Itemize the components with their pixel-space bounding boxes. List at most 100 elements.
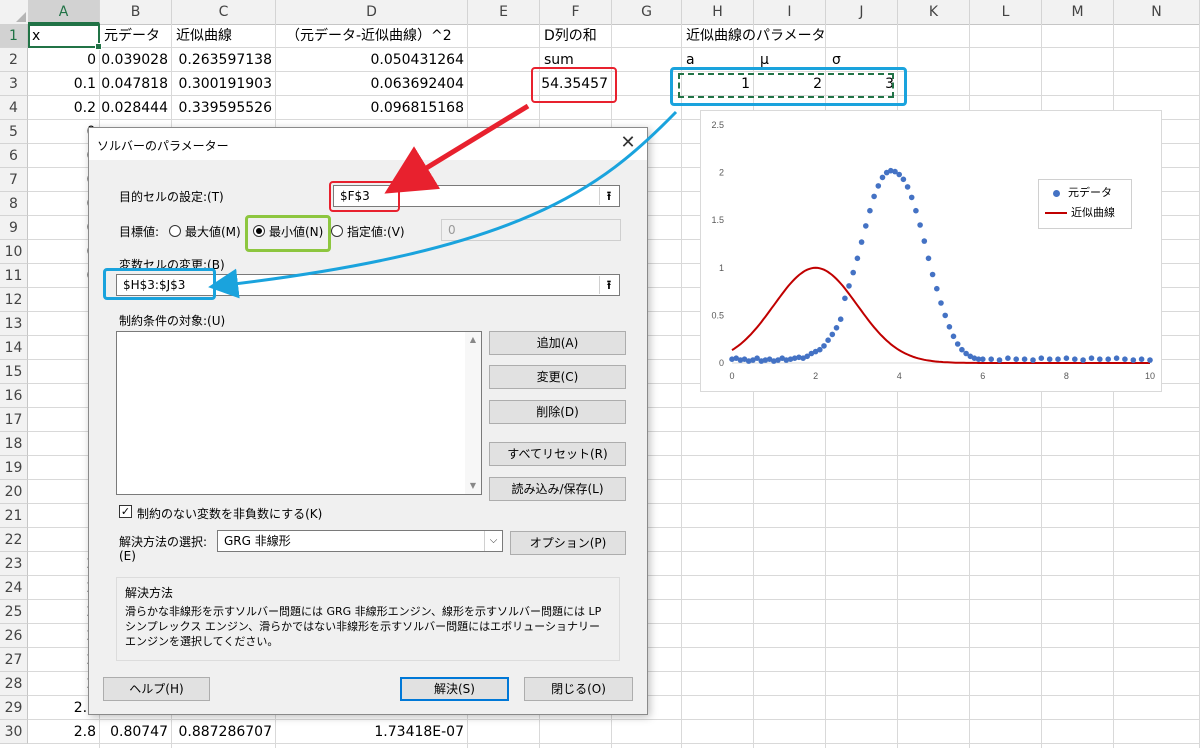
- column-header-J[interactable]: J: [826, 0, 898, 24]
- data-point: [1080, 357, 1086, 363]
- cell-A3[interactable]: 0.1: [28, 72, 100, 96]
- close-button[interactable]: 閉じる(O): [524, 677, 633, 701]
- row-header-18[interactable]: 18: [0, 432, 28, 456]
- row-header-1[interactable]: 1: [0, 24, 28, 48]
- chart[interactable]: 0 0.5 1 1.5 2 2.5 0 2 4 6 8 10 元データ 近似曲線: [700, 110, 1162, 392]
- column-header-H[interactable]: H: [682, 0, 754, 24]
- chevron-down-icon[interactable]: ⌵: [484, 531, 502, 551]
- row-header-29[interactable]: 29: [0, 696, 28, 720]
- cell-B4[interactable]: 0.028444: [100, 96, 172, 120]
- radio-max-label[interactable]: 最大値(M): [185, 223, 241, 240]
- row-header-17[interactable]: 17: [0, 408, 28, 432]
- cell-A4[interactable]: 0.2: [28, 96, 100, 120]
- x-tick-label: 8: [1064, 371, 1069, 381]
- method-select[interactable]: GRG 非線形 ⌵: [217, 530, 503, 552]
- constraints-scrollbar[interactable]: ▲ ▼: [465, 332, 481, 494]
- row-header-25[interactable]: 25: [0, 600, 28, 624]
- cell-B30[interactable]: 0.80747: [100, 720, 172, 744]
- cell-B2[interactable]: 0.039028: [100, 48, 172, 72]
- nonnegative-label[interactable]: 制約のない変数を非負数にする(K): [137, 505, 322, 522]
- select-all-corner[interactable]: [0, 0, 29, 24]
- row-header-19[interactable]: 19: [0, 456, 28, 480]
- column-header-L[interactable]: L: [970, 0, 1042, 24]
- nonnegative-checkbox[interactable]: ✓: [119, 505, 132, 518]
- column-header-A[interactable]: A: [28, 0, 100, 24]
- legend-item-data: 元データ: [1045, 184, 1112, 202]
- column-header-G[interactable]: G: [612, 0, 682, 24]
- row-header-5[interactable]: 5: [0, 120, 28, 144]
- row-header-7[interactable]: 7: [0, 168, 28, 192]
- column-header-E[interactable]: E: [468, 0, 540, 24]
- column-header-M[interactable]: M: [1042, 0, 1114, 24]
- column-header-N[interactable]: N: [1114, 0, 1200, 24]
- row-header-8[interactable]: 8: [0, 192, 28, 216]
- delete-button[interactable]: 削除(D): [489, 400, 626, 424]
- column-header-I[interactable]: I: [754, 0, 826, 24]
- range-select-icon[interactable]: ⭱: [599, 187, 618, 205]
- cell-H1[interactable]: 近似曲線のパラメータ: [682, 24, 882, 48]
- row-header-12[interactable]: 12: [0, 288, 28, 312]
- constraints-list[interactable]: ▲ ▼: [116, 331, 482, 495]
- reset-all-button[interactable]: すべてリセット(R): [489, 442, 626, 466]
- row-header-22[interactable]: 22: [0, 528, 28, 552]
- cell-F1[interactable]: D列の和: [540, 24, 612, 48]
- solve-button[interactable]: 解決(S): [400, 677, 509, 701]
- legend-label-fit: 近似曲線: [1071, 206, 1115, 219]
- options-button[interactable]: オプション(P): [510, 531, 626, 555]
- row-header-6[interactable]: 6: [0, 144, 28, 168]
- column-header-B[interactable]: B: [100, 0, 172, 24]
- cell-A2[interactable]: 0: [28, 48, 100, 72]
- row-header-24[interactable]: 24: [0, 576, 28, 600]
- column-header-F[interactable]: F: [540, 0, 612, 24]
- row-header-21[interactable]: 21: [0, 504, 28, 528]
- cell-D4[interactable]: 0.096815168: [276, 96, 468, 120]
- cell-C2[interactable]: 0.263597138: [172, 48, 276, 72]
- row-header-14[interactable]: 14: [0, 336, 28, 360]
- row-header-11[interactable]: 11: [0, 264, 28, 288]
- load-save-button[interactable]: 読み込み/保存(L): [489, 477, 626, 501]
- row-header-30[interactable]: 30: [0, 720, 28, 744]
- row-header-4[interactable]: 4: [0, 96, 28, 120]
- row-header-16[interactable]: 16: [0, 384, 28, 408]
- column-header-C[interactable]: C: [172, 0, 276, 24]
- scroll-up-icon[interactable]: ▲: [465, 332, 481, 348]
- row-header-13[interactable]: 13: [0, 312, 28, 336]
- cell-C3[interactable]: 0.300191903: [172, 72, 276, 96]
- row-header-26[interactable]: 26: [0, 624, 28, 648]
- goal-label: 目標値:: [119, 225, 160, 239]
- cell-C30[interactable]: 0.887286707: [172, 720, 276, 744]
- chart-legend[interactable]: 元データ 近似曲線: [1038, 179, 1132, 229]
- add-button[interactable]: 追加(A): [489, 331, 626, 355]
- row-header-10[interactable]: 10: [0, 240, 28, 264]
- close-icon[interactable]: ✕: [617, 132, 639, 154]
- help-button[interactable]: ヘルプ(H): [103, 677, 210, 701]
- row-header-9[interactable]: 9: [0, 216, 28, 240]
- column-header-K[interactable]: K: [898, 0, 970, 24]
- row-header-20[interactable]: 20: [0, 480, 28, 504]
- row-header-27[interactable]: 27: [0, 648, 28, 672]
- legend-marker-fit: [1045, 212, 1067, 214]
- cell-B3[interactable]: 0.047818: [100, 72, 172, 96]
- cell-C1[interactable]: 近似曲線: [172, 24, 276, 48]
- cell-D2[interactable]: 0.050431264: [276, 48, 468, 72]
- cell-D1[interactable]: （元データ-近似曲線）^2: [276, 24, 476, 48]
- radio-max[interactable]: [169, 225, 181, 237]
- row-header-28[interactable]: 28: [0, 672, 28, 696]
- row-header-23[interactable]: 23: [0, 552, 28, 576]
- row-header-2[interactable]: 2: [0, 48, 28, 72]
- cell-B1[interactable]: 元データ: [100, 24, 172, 48]
- radio-value[interactable]: [331, 225, 343, 237]
- row-header-15[interactable]: 15: [0, 360, 28, 384]
- cell-A30[interactable]: 2.8: [28, 720, 100, 744]
- range-select-icon[interactable]: ⭱: [599, 276, 618, 294]
- column-header-D[interactable]: D: [276, 0, 468, 24]
- cell-D3[interactable]: 0.063692404: [276, 72, 468, 96]
- change-button[interactable]: 変更(C): [489, 365, 626, 389]
- cell-D30[interactable]: 1.73418E-07: [276, 720, 468, 744]
- radio-value-label[interactable]: 指定値:(V): [347, 223, 405, 240]
- target-value-field[interactable]: 0: [441, 219, 621, 241]
- row-header-3[interactable]: 3: [0, 72, 28, 96]
- scroll-down-icon[interactable]: ▼: [465, 478, 481, 494]
- dialog-titlebar[interactable]: ソルバーのパラメーター ✕: [89, 128, 647, 160]
- cell-C4[interactable]: 0.339595526: [172, 96, 276, 120]
